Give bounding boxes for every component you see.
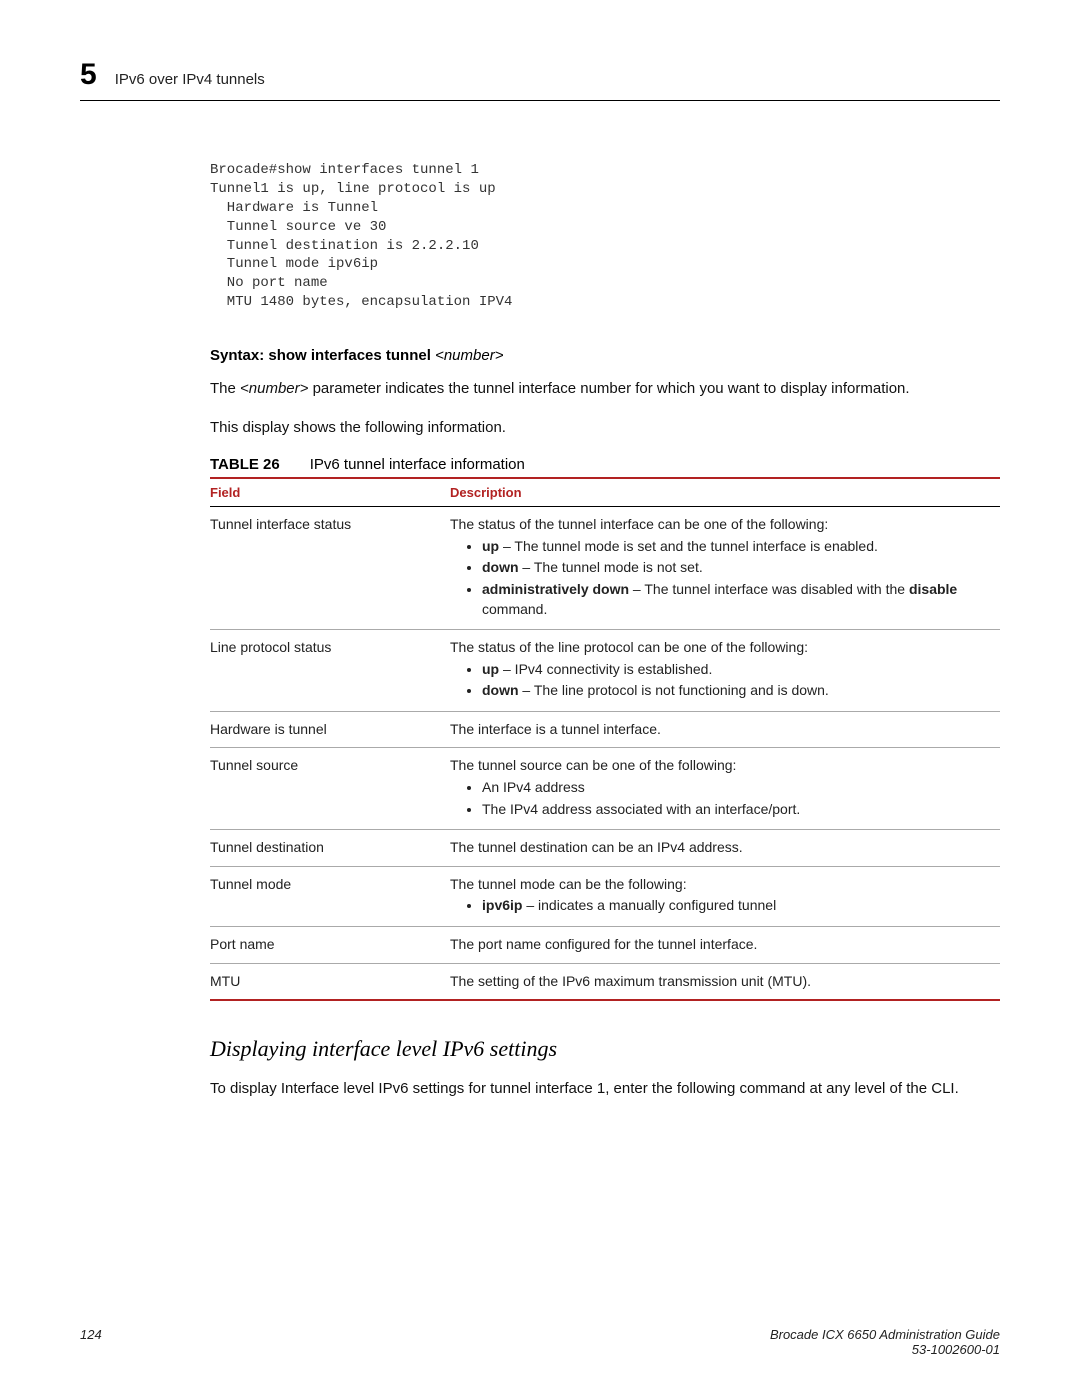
table-row: Tunnel source The tunnel source can be o… (210, 748, 1000, 830)
page-header: 5 IPv6 over IPv4 tunnels (80, 58, 1000, 101)
doc-id: 53-1002600-01 (770, 1342, 1000, 1357)
doc-title: Brocade ICX 6650 Administration Guide (770, 1327, 1000, 1342)
table-number: TABLE 26 (210, 456, 280, 473)
paragraph-3: To display Interface level IPv6 settings… (210, 1078, 1000, 1099)
col-field: Field (210, 478, 450, 507)
page-footer: 124 Brocade ICX 6650 Administration Guid… (80, 1327, 1000, 1357)
syntax-arg: <number> (435, 347, 503, 364)
cli-output: Brocade#show interfaces tunnel 1 Tunnel1… (210, 161, 1000, 312)
table-title: IPv6 tunnel interface information (310, 456, 525, 473)
table-row: MTU The setting of the IPv6 maximum tran… (210, 963, 1000, 1000)
table-row: Tunnel interface status The status of th… (210, 507, 1000, 630)
syntax-command: show interfaces tunnel (268, 347, 431, 364)
table-row: Line protocol status The status of the l… (210, 630, 1000, 712)
table-row: Port name The port name configured for t… (210, 927, 1000, 964)
syntax-line: Syntax: show interfaces tunnel <number> (210, 347, 1000, 364)
paragraph-2: This display shows the following informa… (210, 417, 1000, 438)
chapter-number: 5 (80, 58, 97, 92)
footer-right: Brocade ICX 6650 Administration Guide 53… (770, 1327, 1000, 1357)
section-title: IPv6 over IPv4 tunnels (115, 71, 265, 88)
table-caption: TABLE 26 IPv6 tunnel interface informati… (210, 456, 1000, 473)
main-content: Brocade#show interfaces tunnel 1 Tunnel1… (210, 161, 1000, 1099)
subheading: Displaying interface level IPv6 settings (210, 1036, 1000, 1062)
col-description: Description (450, 478, 1000, 507)
table-row: Tunnel destination The tunnel destinatio… (210, 830, 1000, 867)
page-number: 124 (80, 1327, 102, 1357)
info-table: Field Description Tunnel interface statu… (210, 477, 1000, 1001)
table-row: Hardware is tunnel The interface is a tu… (210, 711, 1000, 748)
paragraph-1: The <number> parameter indicates the tun… (210, 378, 1000, 399)
syntax-label: Syntax: (210, 347, 264, 364)
table-row: Tunnel mode The tunnel mode can be the f… (210, 866, 1000, 926)
